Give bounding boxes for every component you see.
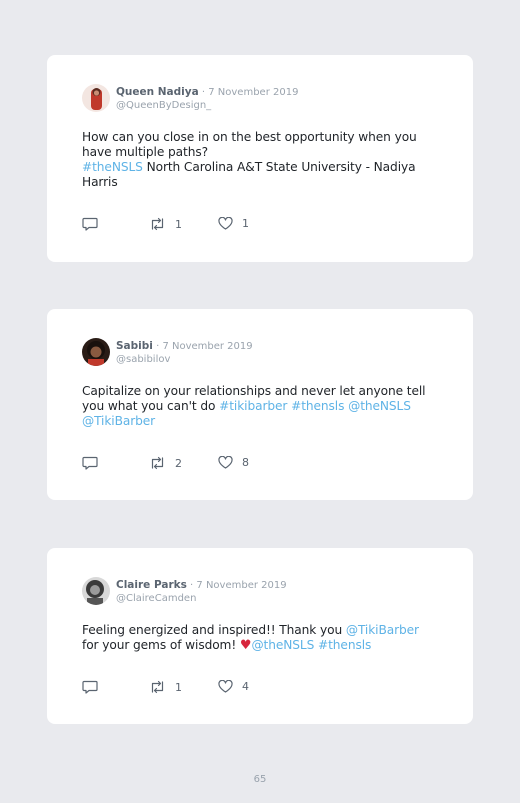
like-count: 8 (242, 456, 249, 469)
tweet-date[interactable]: 7 November 2019 (208, 87, 298, 98)
page-number: 65 (253, 774, 267, 785)
reply-icon (82, 217, 98, 231)
tweet-date[interactable]: 7 November 2019 (196, 580, 286, 591)
retweet-button[interactable]: 1 (149, 680, 182, 694)
mention-link[interactable]: @theNSLS (348, 399, 411, 413)
like-button[interactable]: 8 (218, 456, 249, 469)
author-name[interactable]: Sabibi (116, 340, 153, 352)
author-handle[interactable]: @QueenByDesign_ (116, 99, 298, 112)
separator: · (152, 341, 163, 352)
hashtag-link[interactable]: #theNSLS (82, 160, 143, 174)
avatar[interactable] (82, 337, 110, 366)
text-segment: How can you close in on the best opportu… (82, 130, 417, 159)
tweet-text: How can you close in on the best opportu… (82, 130, 432, 190)
tweet-date[interactable]: 7 November 2019 (162, 341, 252, 352)
mention-link[interactable]: @TikiBarber (82, 414, 155, 428)
retweet-button[interactable]: 2 (149, 456, 182, 470)
hashtag-link[interactable]: #tikibarber (219, 399, 287, 413)
separator: · (198, 87, 209, 98)
avatar[interactable] (82, 83, 110, 112)
avatar[interactable] (82, 576, 110, 605)
reply-icon (82, 456, 98, 470)
retweet-button[interactable]: 1 (149, 217, 182, 231)
tweet-actions: 1 1 (82, 217, 382, 233)
tweet-card-2: Sabibi · 7 November 2019 @sabibilov Capi… (47, 309, 473, 500)
tweet-header: Claire Parks · 7 November 2019 @ClaireCa… (82, 576, 287, 605)
retweet-count: 1 (175, 680, 182, 694)
retweet-count: 2 (175, 456, 182, 470)
tweet-actions: 1 4 (82, 680, 382, 696)
hashtag-link[interactable]: #thensls (318, 638, 371, 652)
retweet-icon (151, 680, 164, 694)
heart-icon (218, 456, 233, 469)
author-handle[interactable]: @ClaireCamden (116, 592, 287, 605)
author-handle[interactable]: @sabibilov (116, 353, 253, 366)
red-heart-emoji: ♥ (239, 638, 252, 653)
reply-button[interactable] (82, 680, 98, 694)
heart-icon (218, 217, 233, 230)
retweet-count: 1 (175, 217, 182, 231)
like-button[interactable]: 1 (218, 217, 249, 230)
like-button[interactable]: 4 (218, 680, 249, 693)
tweet-card-1: Queen Nadiya · 7 November 2019 @QueenByD… (47, 55, 473, 262)
mention-link[interactable]: @TikiBarber (346, 623, 419, 637)
like-count: 1 (242, 217, 249, 230)
retweet-icon (151, 456, 164, 470)
like-count: 4 (242, 680, 249, 693)
text-segment: Feeling energized and inspired!! Thank y… (82, 623, 346, 637)
tweet-actions: 2 8 (82, 456, 382, 472)
tweet-text: Feeling energized and inspired!! Thank y… (82, 623, 432, 653)
mention-link[interactable]: @theNSLS (251, 638, 314, 652)
text-segment: for your gems of wisdom! (82, 638, 240, 652)
retweet-icon (151, 217, 164, 231)
heart-icon (218, 680, 233, 693)
author-name[interactable]: Claire Parks (116, 579, 187, 591)
tweet-header: Queen Nadiya · 7 November 2019 @QueenByD… (82, 83, 298, 112)
reply-button[interactable] (82, 456, 98, 470)
reply-icon (82, 680, 98, 694)
reply-button[interactable] (82, 217, 98, 231)
tweet-header: Sabibi · 7 November 2019 @sabibilov (82, 337, 253, 366)
hashtag-link[interactable]: #thensls (291, 399, 344, 413)
separator: · (186, 580, 197, 591)
tweet-card-3: Claire Parks · 7 November 2019 @ClaireCa… (47, 548, 473, 724)
author-name[interactable]: Queen Nadiya (116, 86, 199, 98)
tweet-text: Capitalize on your relationships and nev… (82, 384, 432, 429)
